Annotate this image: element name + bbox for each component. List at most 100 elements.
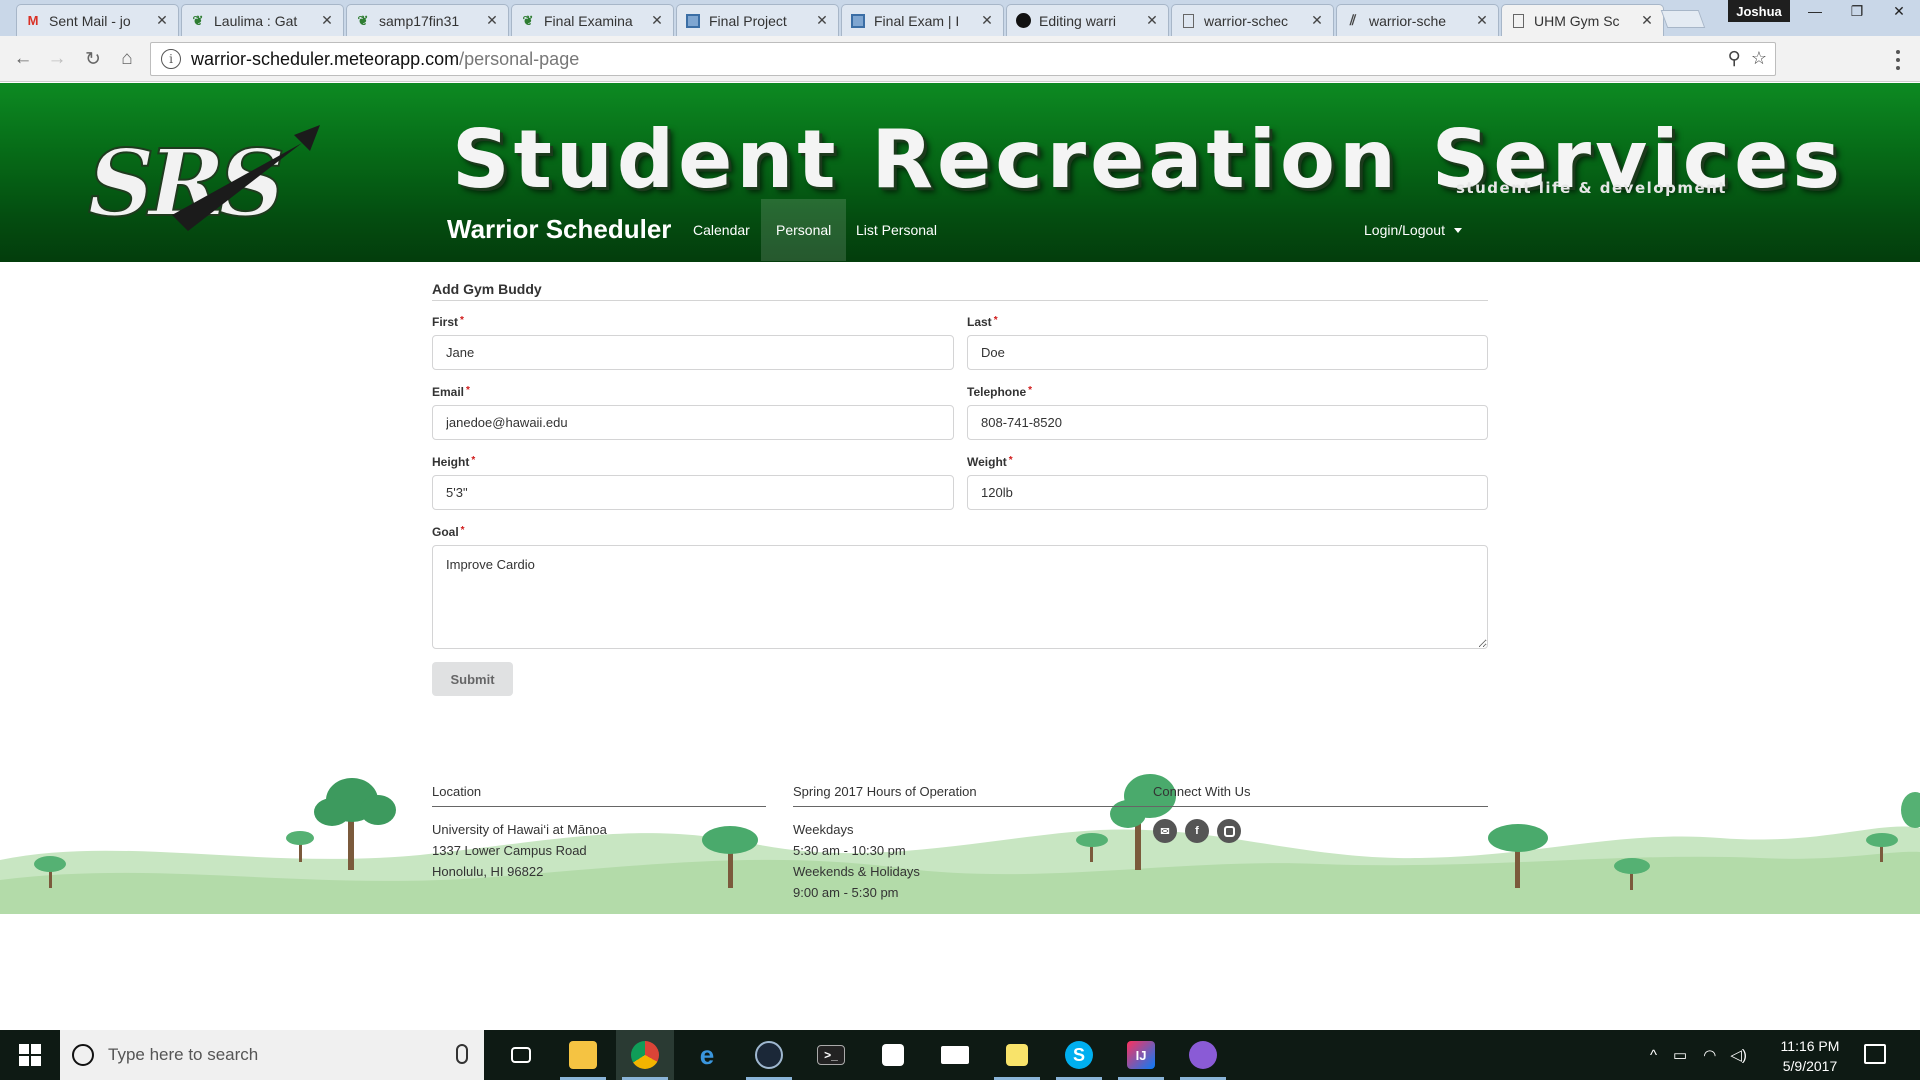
login-logout-dropdown[interactable]: Login/Logout xyxy=(1349,199,1477,261)
height-field[interactable] xyxy=(432,475,954,510)
goal-textarea[interactable]: Improve Cardio xyxy=(432,545,1488,649)
tab-title: Laulima : Gat xyxy=(214,12,298,29)
laulima-icon: ❦ xyxy=(522,12,534,28)
footer-location-heading: Location xyxy=(432,784,766,807)
browser-toolbar: ← → ↻ ⌂ i warrior-scheduler.meteorapp.co… xyxy=(0,36,1920,82)
chevron-up-icon[interactable]: ^ xyxy=(1650,1047,1657,1064)
course-icon xyxy=(685,13,701,29)
cortana-icon xyxy=(72,1044,94,1066)
tab-gmail[interactable]: M Sent Mail - jo ✕ xyxy=(16,4,179,36)
footer-address-line: University of Hawai‘i at Mānoa xyxy=(432,822,607,837)
clock-time: 11:16 PM xyxy=(1780,1038,1840,1054)
tab-title: Sent Mail - jo xyxy=(49,12,131,29)
required-marker: * xyxy=(993,315,998,326)
required-marker: * xyxy=(1028,385,1033,396)
battery-icon[interactable]: ▭ xyxy=(1673,1046,1687,1064)
required-marker: * xyxy=(471,455,476,466)
tree-icon xyxy=(314,778,396,870)
email-icon[interactable]: ✉ xyxy=(1153,819,1177,843)
tab-title: Final Exam | I xyxy=(874,12,960,29)
nav-list-personal[interactable]: List Personal xyxy=(841,199,952,261)
instagram-icon[interactable] xyxy=(1217,819,1241,843)
steam-icon[interactable] xyxy=(740,1030,798,1080)
bookmark-star-icon[interactable]: ☆ xyxy=(1751,48,1767,69)
close-icon[interactable]: ✕ xyxy=(979,12,995,29)
close-icon[interactable]: ✕ xyxy=(1474,12,1490,29)
mail-icon[interactable] xyxy=(926,1030,984,1080)
wifi-icon[interactable]: ◠ xyxy=(1703,1046,1716,1064)
zoom-icon[interactable]: ⚲ xyxy=(1728,48,1741,69)
home-icon[interactable]: ⌂ xyxy=(114,46,140,72)
tab-final-exam[interactable]: Final Exam | I ✕ xyxy=(841,4,1004,36)
new-tab-button[interactable] xyxy=(1660,10,1706,28)
edge-icon[interactable]: e xyxy=(678,1030,736,1080)
telephone-field[interactable] xyxy=(967,405,1488,440)
restore-icon[interactable]: ❐ xyxy=(1836,0,1878,22)
footer-connect: Connect With Us ✉ f xyxy=(1153,784,1488,843)
taskbar-clock[interactable]: 11:16 PM 5/9/2017 xyxy=(1765,1036,1855,1076)
tab-laulima-gateway[interactable]: ❦ Laulima : Gat ✕ xyxy=(181,4,344,36)
windows-start-icon[interactable] xyxy=(0,1030,60,1080)
windows-taskbar: Type here to search e >_ S IJ ^ ▭ ◠ ◁) 1… xyxy=(0,1030,1920,1080)
tab-warrior-scheduler-1[interactable]: warrior-schec ✕ xyxy=(1171,4,1334,36)
tree-icon xyxy=(286,831,314,862)
reload-icon[interactable]: ↻ xyxy=(80,46,106,72)
skype-icon[interactable]: S xyxy=(1050,1030,1108,1080)
nav-calendar[interactable]: Calendar xyxy=(678,199,765,261)
nav-personal[interactable]: Personal xyxy=(761,199,847,261)
tab-warrior-scheduler-2[interactable]: ⫽ warrior-sche ✕ xyxy=(1336,4,1499,36)
minimize-icon[interactable]: — xyxy=(1794,0,1836,22)
close-icon[interactable]: ✕ xyxy=(814,12,830,29)
github-desktop-icon[interactable] xyxy=(1174,1030,1232,1080)
close-icon[interactable]: ✕ xyxy=(1144,12,1160,29)
course-icon xyxy=(850,13,866,29)
srs-logo[interactable]: SRS xyxy=(88,123,418,233)
footer-address-line: Honolulu, HI 96822 xyxy=(432,864,544,879)
laulima-icon: ❦ xyxy=(357,12,369,28)
first-name-field[interactable] xyxy=(432,335,954,370)
back-icon[interactable]: ← xyxy=(10,46,36,72)
tab-samp17fin[interactable]: ❦ samp17fin31 ✕ xyxy=(346,4,509,36)
chrome-icon[interactable] xyxy=(616,1030,674,1080)
last-name-field[interactable] xyxy=(967,335,1488,370)
forward-icon[interactable]: → xyxy=(44,46,70,72)
profile-button[interactable]: Joshua xyxy=(1728,0,1790,22)
sticky-notes-icon[interactable] xyxy=(988,1030,1046,1080)
file-explorer-icon[interactable] xyxy=(554,1030,612,1080)
tab-title: Editing warri xyxy=(1039,12,1117,29)
close-icon[interactable]: ✕ xyxy=(649,12,665,29)
close-icon[interactable]: ✕ xyxy=(154,12,170,29)
close-icon[interactable]: ✕ xyxy=(484,12,500,29)
facebook-icon[interactable]: f xyxy=(1185,819,1209,843)
required-marker: * xyxy=(460,315,464,326)
tab-title: UHM Gym Sc xyxy=(1534,12,1620,29)
submit-button[interactable]: Submit xyxy=(432,662,513,696)
tab-final-project[interactable]: Final Project ✕ xyxy=(676,4,839,36)
browser-menu-icon[interactable] xyxy=(1888,48,1908,72)
volume-icon[interactable]: ◁) xyxy=(1730,1046,1747,1064)
intellij-icon[interactable]: IJ xyxy=(1112,1030,1170,1080)
tab-final-examination[interactable]: ❦ Final Examina ✕ xyxy=(511,4,674,36)
store-icon[interactable] xyxy=(864,1030,922,1080)
brand-title[interactable]: Warrior Scheduler xyxy=(447,214,671,245)
weight-field[interactable] xyxy=(967,475,1488,510)
close-icon[interactable]: ✕ xyxy=(1309,12,1325,29)
microphone-icon[interactable] xyxy=(456,1044,468,1064)
action-center-icon[interactable] xyxy=(1864,1044,1886,1064)
task-view-icon[interactable] xyxy=(492,1030,550,1080)
close-icon[interactable]: ✕ xyxy=(319,12,335,29)
terminal-icon[interactable]: >_ xyxy=(802,1030,860,1080)
address-bar[interactable]: i warrior-scheduler.meteorapp.com/person… xyxy=(150,42,1776,76)
tab-editing-warrior[interactable]: Editing warri ✕ xyxy=(1006,4,1169,36)
info-icon[interactable]: i xyxy=(161,49,181,69)
email-field[interactable] xyxy=(432,405,954,440)
close-window-icon[interactable]: ✕ xyxy=(1878,0,1920,22)
taskbar-search-input[interactable]: Type here to search xyxy=(60,1030,484,1080)
footer-location: Location University of Hawai‘i at Mānoa … xyxy=(432,784,766,882)
close-icon[interactable]: ✕ xyxy=(1639,12,1655,29)
first-label: First * xyxy=(432,315,464,329)
tab-uhm-gym[interactable]: UHM Gym Sc ✕ xyxy=(1501,4,1664,36)
telephone-label: Telephone * xyxy=(967,385,1033,399)
page-icon xyxy=(1180,13,1196,29)
social-links: ✉ f xyxy=(1153,819,1488,843)
